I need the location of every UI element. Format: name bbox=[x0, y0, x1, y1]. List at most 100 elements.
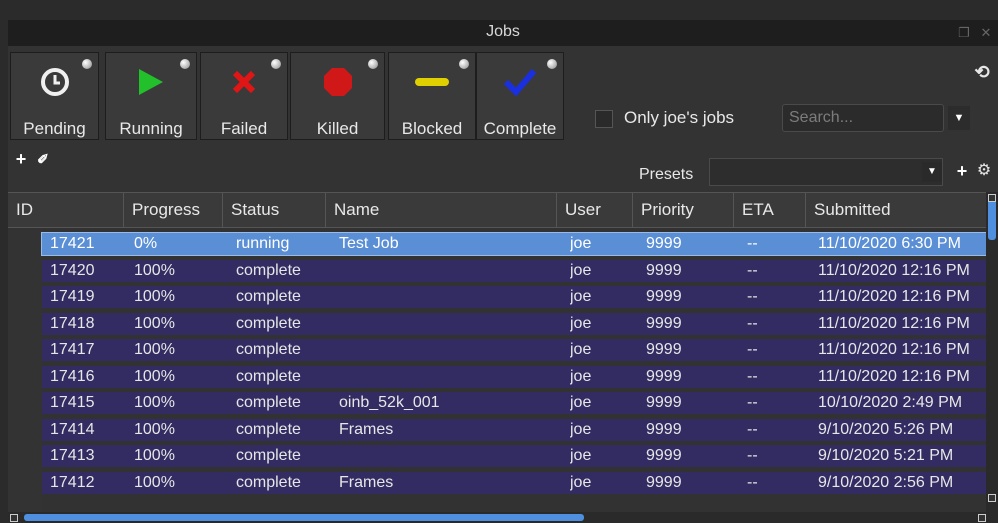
filter-pending-button[interactable]: Pending bbox=[10, 52, 99, 140]
table-row[interactable]: 17412 100% complete Frames joe 9999 -- 9/10/202… bbox=[42, 471, 986, 494]
table-cell-user: joe bbox=[570, 420, 592, 438]
vertical-scrollbar[interactable] bbox=[986, 192, 998, 517]
restore-icon[interactable]: ❐ bbox=[954, 23, 974, 43]
search-dropdown-button[interactable]: ▼ bbox=[948, 106, 970, 130]
horizontal-scrollbar[interactable] bbox=[8, 512, 998, 523]
column-header-status[interactable]: Status bbox=[223, 193, 326, 227]
table-row[interactable]: 17414 100% complete Frames joe 9999 -- 9/10/202… bbox=[42, 418, 986, 441]
table-cell-priority: 9999 bbox=[646, 420, 682, 438]
column-header-priority[interactable]: Priority bbox=[633, 193, 734, 227]
table-cell-submitted: 11/10/2020 12:16 PM bbox=[818, 261, 970, 279]
table-cell-eta: -- bbox=[747, 447, 758, 464]
column-header-user[interactable]: User bbox=[557, 193, 633, 227]
row-header-column bbox=[8, 230, 42, 512]
filter-label: Blocked bbox=[401, 119, 463, 138]
scroll-right-handle[interactable] bbox=[978, 514, 986, 522]
table-cell-progress: 100% bbox=[134, 261, 175, 279]
filter-running-button[interactable]: Running bbox=[105, 52, 197, 140]
table-cell-user: joe bbox=[570, 314, 592, 332]
table-cell-id: 17412 bbox=[50, 473, 95, 491]
table-cell-submitted: 9/10/2020 2:56 PM bbox=[818, 473, 954, 491]
table-row[interactable]: 17419 100% complete joe 9999 -- 11/10/2020 12:… bbox=[42, 286, 986, 308]
filter-label: Failed bbox=[220, 119, 268, 138]
search-input[interactable]: Search... bbox=[782, 104, 944, 132]
table-cell-progress: 100% bbox=[134, 394, 175, 411]
filter-killed-button[interactable]: Killed bbox=[290, 52, 385, 140]
jobs-table: ID Progress Status Name User Priority ET… bbox=[8, 192, 986, 512]
filter-label: Killed bbox=[316, 119, 359, 138]
table-cell-name bbox=[339, 313, 567, 335]
presets-dropdown-button[interactable]: ▼ bbox=[922, 162, 942, 182]
clock-icon bbox=[11, 65, 98, 99]
table-cell-user: joe bbox=[570, 394, 592, 411]
table-cell-user: joe bbox=[570, 288, 592, 305]
table-cell-status: complete bbox=[236, 447, 301, 464]
table-cell-name: Frames bbox=[339, 420, 394, 438]
add-icon[interactable]: + bbox=[10, 148, 32, 170]
scroll-up-handle[interactable] bbox=[988, 194, 996, 202]
table-cell-priority: 9999 bbox=[646, 314, 682, 332]
table-cell-id: 17415 bbox=[50, 394, 95, 411]
table-cell-priority: 9999 bbox=[646, 288, 682, 305]
table-cell-status: complete bbox=[236, 420, 301, 438]
table-row[interactable]: 17417 100% complete joe 9999 -- 11/10/2020 12:… bbox=[42, 339, 986, 361]
presets-select[interactable] bbox=[709, 158, 943, 186]
refresh-icon[interactable]: ⟲ bbox=[972, 62, 992, 82]
table-cell-progress: 100% bbox=[134, 288, 175, 305]
table-cell-eta: -- bbox=[747, 341, 758, 358]
table-cell-priority: 9999 bbox=[646, 261, 682, 279]
table-cell-user: joe bbox=[570, 367, 592, 385]
table-cell-progress: 100% bbox=[134, 314, 175, 332]
table-cell-name: Test Job bbox=[339, 235, 399, 252]
table-cell-status: complete bbox=[236, 314, 301, 332]
table-cell-status: complete bbox=[236, 367, 301, 385]
table-cell-id: 17419 bbox=[50, 288, 95, 305]
table-row[interactable]: 17418 100% complete joe 9999 -- 11/10/2020 12:… bbox=[42, 312, 986, 335]
table-cell-id: 17420 bbox=[50, 261, 95, 279]
table-cell-eta: -- bbox=[747, 288, 758, 305]
table-cell-progress: 100% bbox=[134, 473, 175, 491]
table-cell-id: 17421 bbox=[50, 235, 95, 252]
filter-complete-button[interactable]: Complete bbox=[476, 52, 564, 140]
checkmark-icon bbox=[477, 65, 563, 99]
only-my-jobs-checkbox[interactable] bbox=[595, 110, 613, 128]
table-row[interactable]: 17416 100% complete joe 9999 -- 11/10/2020 12:… bbox=[42, 365, 986, 388]
table-cell-progress: 0% bbox=[134, 235, 158, 252]
close-icon[interactable]: ✕ bbox=[976, 23, 996, 43]
stop-octagon-icon bbox=[291, 65, 384, 99]
table-row[interactable]: 17421 0% running Test Job joe 9999 -- 11/10/202… bbox=[41, 232, 986, 256]
table-cell-user: joe bbox=[570, 261, 592, 279]
column-header-name[interactable]: Name bbox=[326, 193, 557, 227]
filter-failed-button[interactable]: Failed bbox=[200, 52, 288, 140]
table-cell-status: complete bbox=[236, 261, 301, 279]
table-row[interactable]: 17415 100% complete oinb_52k_001 joe 9999 -- 10… bbox=[42, 392, 986, 414]
table-row[interactable]: 17413 100% complete joe 9999 -- 9/10/2020 5:21… bbox=[42, 445, 986, 467]
table-cell-submitted: 10/10/2020 2:49 PM bbox=[818, 394, 963, 411]
brush-icon[interactable]: ✐ bbox=[32, 148, 54, 170]
table-cell-submitted: 11/10/2020 12:16 PM bbox=[818, 367, 970, 385]
window-title: Jobs bbox=[486, 23, 520, 40]
scroll-down-handle[interactable] bbox=[988, 494, 996, 502]
gear-icon[interactable]: ⚙ bbox=[974, 160, 994, 182]
table-cell-name: oinb_52k_001 bbox=[339, 394, 440, 411]
column-header-submitted[interactable]: Submitted bbox=[806, 193, 986, 227]
table-cell-eta: -- bbox=[747, 314, 758, 332]
horizontal-scroll-thumb[interactable] bbox=[24, 514, 584, 521]
x-icon bbox=[201, 65, 287, 99]
scroll-left-handle[interactable] bbox=[10, 514, 18, 522]
table-cell-status: complete bbox=[236, 394, 301, 411]
add-preset-icon[interactable]: + bbox=[952, 160, 972, 182]
table-cell-user: joe bbox=[570, 341, 592, 358]
filter-blocked-button[interactable]: Blocked bbox=[388, 52, 476, 140]
table-cell-id: 17414 bbox=[50, 420, 95, 438]
column-header-id[interactable]: ID bbox=[8, 193, 124, 227]
table-cell-name: Frames bbox=[339, 473, 394, 491]
table-cell-name bbox=[339, 366, 567, 388]
column-header-eta[interactable]: ETA bbox=[734, 193, 806, 227]
table-cell-status: complete bbox=[236, 473, 301, 491]
table-cell-id: 17416 bbox=[50, 367, 95, 385]
table-row[interactable]: 17420 100% complete joe 9999 -- 11/10/2020 12:… bbox=[42, 259, 986, 282]
table-cell-name bbox=[339, 445, 567, 467]
vertical-scroll-thumb[interactable] bbox=[988, 198, 996, 240]
column-header-progress[interactable]: Progress bbox=[124, 193, 223, 227]
